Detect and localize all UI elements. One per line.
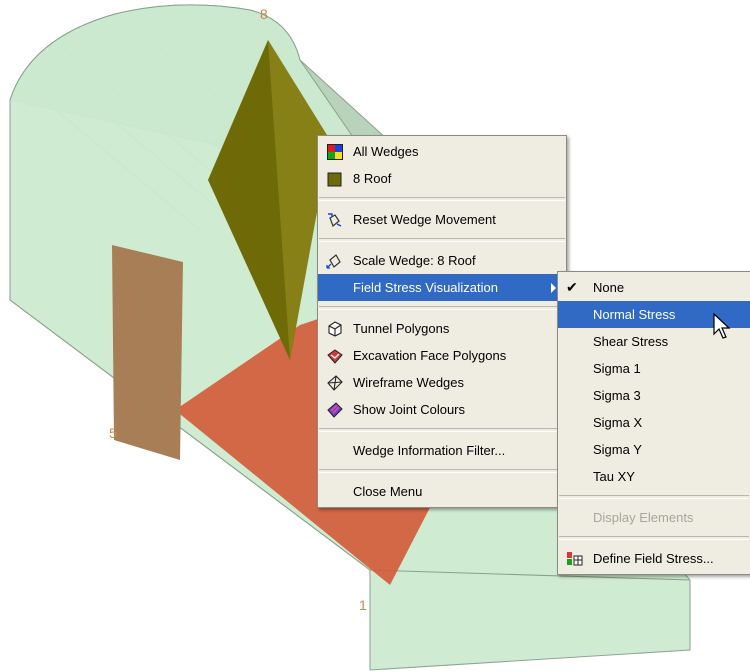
menu-separator: [559, 536, 749, 540]
submenu-item-label: Sigma X: [593, 415, 643, 430]
menu-item-close-menu[interactable]: Close Menu: [318, 478, 566, 505]
reset-wedge-icon: [328, 213, 342, 228]
menu-item-label: 8 Roof: [353, 171, 392, 186]
submenu-item-define-field-stress[interactable]: Define Field Stress...: [558, 545, 750, 572]
menu-item-label: Field Stress Visualization: [353, 280, 498, 295]
submenu-item-label: Display Elements: [593, 510, 694, 525]
wedge-label-8: 8: [260, 6, 268, 22]
menu-item-show-joint-colours[interactable]: Show Joint Colours: [318, 396, 566, 423]
menu-separator: [559, 495, 749, 499]
menu-item-label: Tunnel Polygons: [353, 321, 450, 336]
menu-item-label: Wedge Information Filter...: [353, 443, 506, 458]
menu-item-label: Scale Wedge: 8 Roof: [353, 253, 476, 268]
menu-item-wedge-information-filter[interactable]: Wedge Information Filter...: [318, 437, 566, 464]
menu-item-field-stress-visualization[interactable]: Field Stress Visualization: [318, 274, 566, 301]
menu-separator: [319, 428, 565, 432]
wedge-label-5: 5: [109, 425, 117, 441]
menu-item-wireframe-wedges[interactable]: Wireframe Wedges: [318, 369, 566, 396]
tunnel-polygon-icon: [328, 321, 342, 337]
submenu-item-label: Sigma 1: [593, 361, 641, 376]
menu-item-label: All Wedges: [353, 144, 419, 159]
menu-separator: [319, 469, 565, 473]
submenu-item-none[interactable]: ✔ None: [558, 274, 750, 301]
joint-colours-icon: [327, 402, 343, 418]
submenu-item-label: Tau XY: [593, 469, 635, 484]
define-field-stress-icon: [567, 552, 583, 566]
menu-item-label: Close Menu: [353, 484, 423, 499]
menu-item-scale-wedge[interactable]: Scale Wedge: 8 Roof: [318, 247, 566, 274]
submenu-item-sigma-x[interactable]: Sigma X: [558, 409, 750, 436]
wedge-label-1: 1: [359, 597, 367, 613]
submenu-item-sigma-1[interactable]: Sigma 1: [558, 355, 750, 382]
submenu-arrow-icon: [551, 283, 556, 293]
submenu-item-sigma-y[interactable]: Sigma Y: [558, 436, 750, 463]
side-wedge: [112, 245, 183, 460]
submenu-item-display-elements: Display Elements: [558, 504, 750, 531]
submenu-item-label: Normal Stress: [593, 307, 676, 322]
checkmark-icon: ✔: [566, 279, 578, 295]
roof-color-swatch-icon: [327, 172, 342, 187]
menu-item-all-wedges[interactable]: All Wedges: [318, 138, 566, 165]
submenu-item-sigma-3[interactable]: Sigma 3: [558, 382, 750, 409]
scale-wedge-icon: [326, 254, 341, 269]
wireframe-wedge-icon: [327, 375, 343, 391]
submenu-item-label: None: [593, 280, 625, 295]
menu-item-label: Reset Wedge Movement: [353, 212, 496, 227]
menu-item-label: Show Joint Colours: [353, 402, 465, 417]
submenu-item-label: Define Field Stress...: [593, 551, 714, 566]
submenu-item-label: Shear Stress: [593, 334, 669, 349]
menu-separator: [319, 197, 565, 201]
context-menu: All Wedges 8 Roof Reset Wedge Movement S…: [317, 135, 567, 508]
submenu-item-label: Sigma Y: [593, 442, 642, 457]
all-wedges-icon: [327, 144, 343, 160]
submenu-item-label: Sigma 3: [593, 388, 641, 403]
menu-item-tunnel-polygons[interactable]: Tunnel Polygons: [318, 315, 566, 342]
menu-item-roof-wedge[interactable]: 8 Roof: [318, 165, 566, 192]
menu-separator: [319, 238, 565, 242]
menu-item-excavation-face-polygons[interactable]: Excavation Face Polygons: [318, 342, 566, 369]
menu-item-reset-wedge-movement[interactable]: Reset Wedge Movement: [318, 206, 566, 233]
mouse-pointer-icon: [713, 313, 731, 339]
menu-item-label: Excavation Face Polygons: [353, 348, 507, 363]
menu-item-label: Wireframe Wedges: [353, 375, 465, 390]
submenu-item-tau-xy[interactable]: Tau XY: [558, 463, 750, 490]
excavation-face-icon: [327, 349, 343, 364]
menu-separator: [319, 306, 565, 310]
